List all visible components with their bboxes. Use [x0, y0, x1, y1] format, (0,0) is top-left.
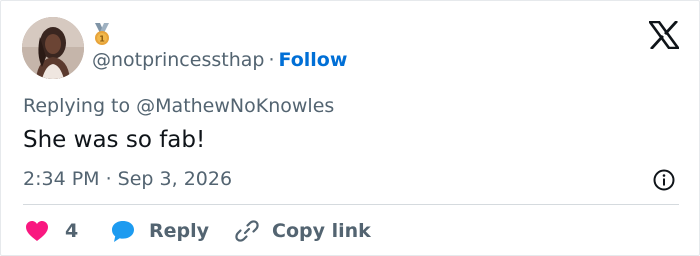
tweet-text: She was so fab!	[23, 127, 206, 153]
action-bar: 4 Reply Copy link	[1, 216, 700, 246]
separator-dot: ·	[268, 49, 275, 71]
avatar[interactable]	[22, 17, 84, 79]
x-logo-icon[interactable]	[647, 20, 681, 50]
copy-link-button[interactable]: Copy link	[234, 216, 371, 246]
chat-bubble-icon	[112, 221, 134, 242]
tweet-card: 1 @notprincessthap · Follow Replying to @M…	[0, 0, 700, 256]
like-count: 4	[65, 220, 79, 242]
tweet-timestamp[interactable]: 2:34 PM · Sep 3, 2026	[23, 167, 232, 191]
svg-text:1: 1	[99, 35, 105, 44]
heart-icon	[26, 221, 48, 241]
reply-button[interactable]: Reply	[110, 216, 209, 246]
follow-button[interactable]: Follow	[279, 49, 348, 71]
author-handle[interactable]: @notprincessthap	[92, 49, 264, 71]
avatar-image	[22, 17, 84, 79]
info-icon[interactable]	[652, 168, 676, 192]
replying-to[interactable]: Replying to @MathewNoKnowles	[23, 94, 334, 118]
author-row: @notprincessthap · Follow	[92, 48, 347, 72]
reply-label: Reply	[149, 220, 210, 242]
medal-badge-icon: 1	[92, 22, 112, 46]
link-icon	[235, 220, 259, 242]
copy-link-label: Copy link	[272, 220, 371, 242]
like-button[interactable]: 4	[25, 216, 78, 246]
divider	[23, 204, 679, 205]
